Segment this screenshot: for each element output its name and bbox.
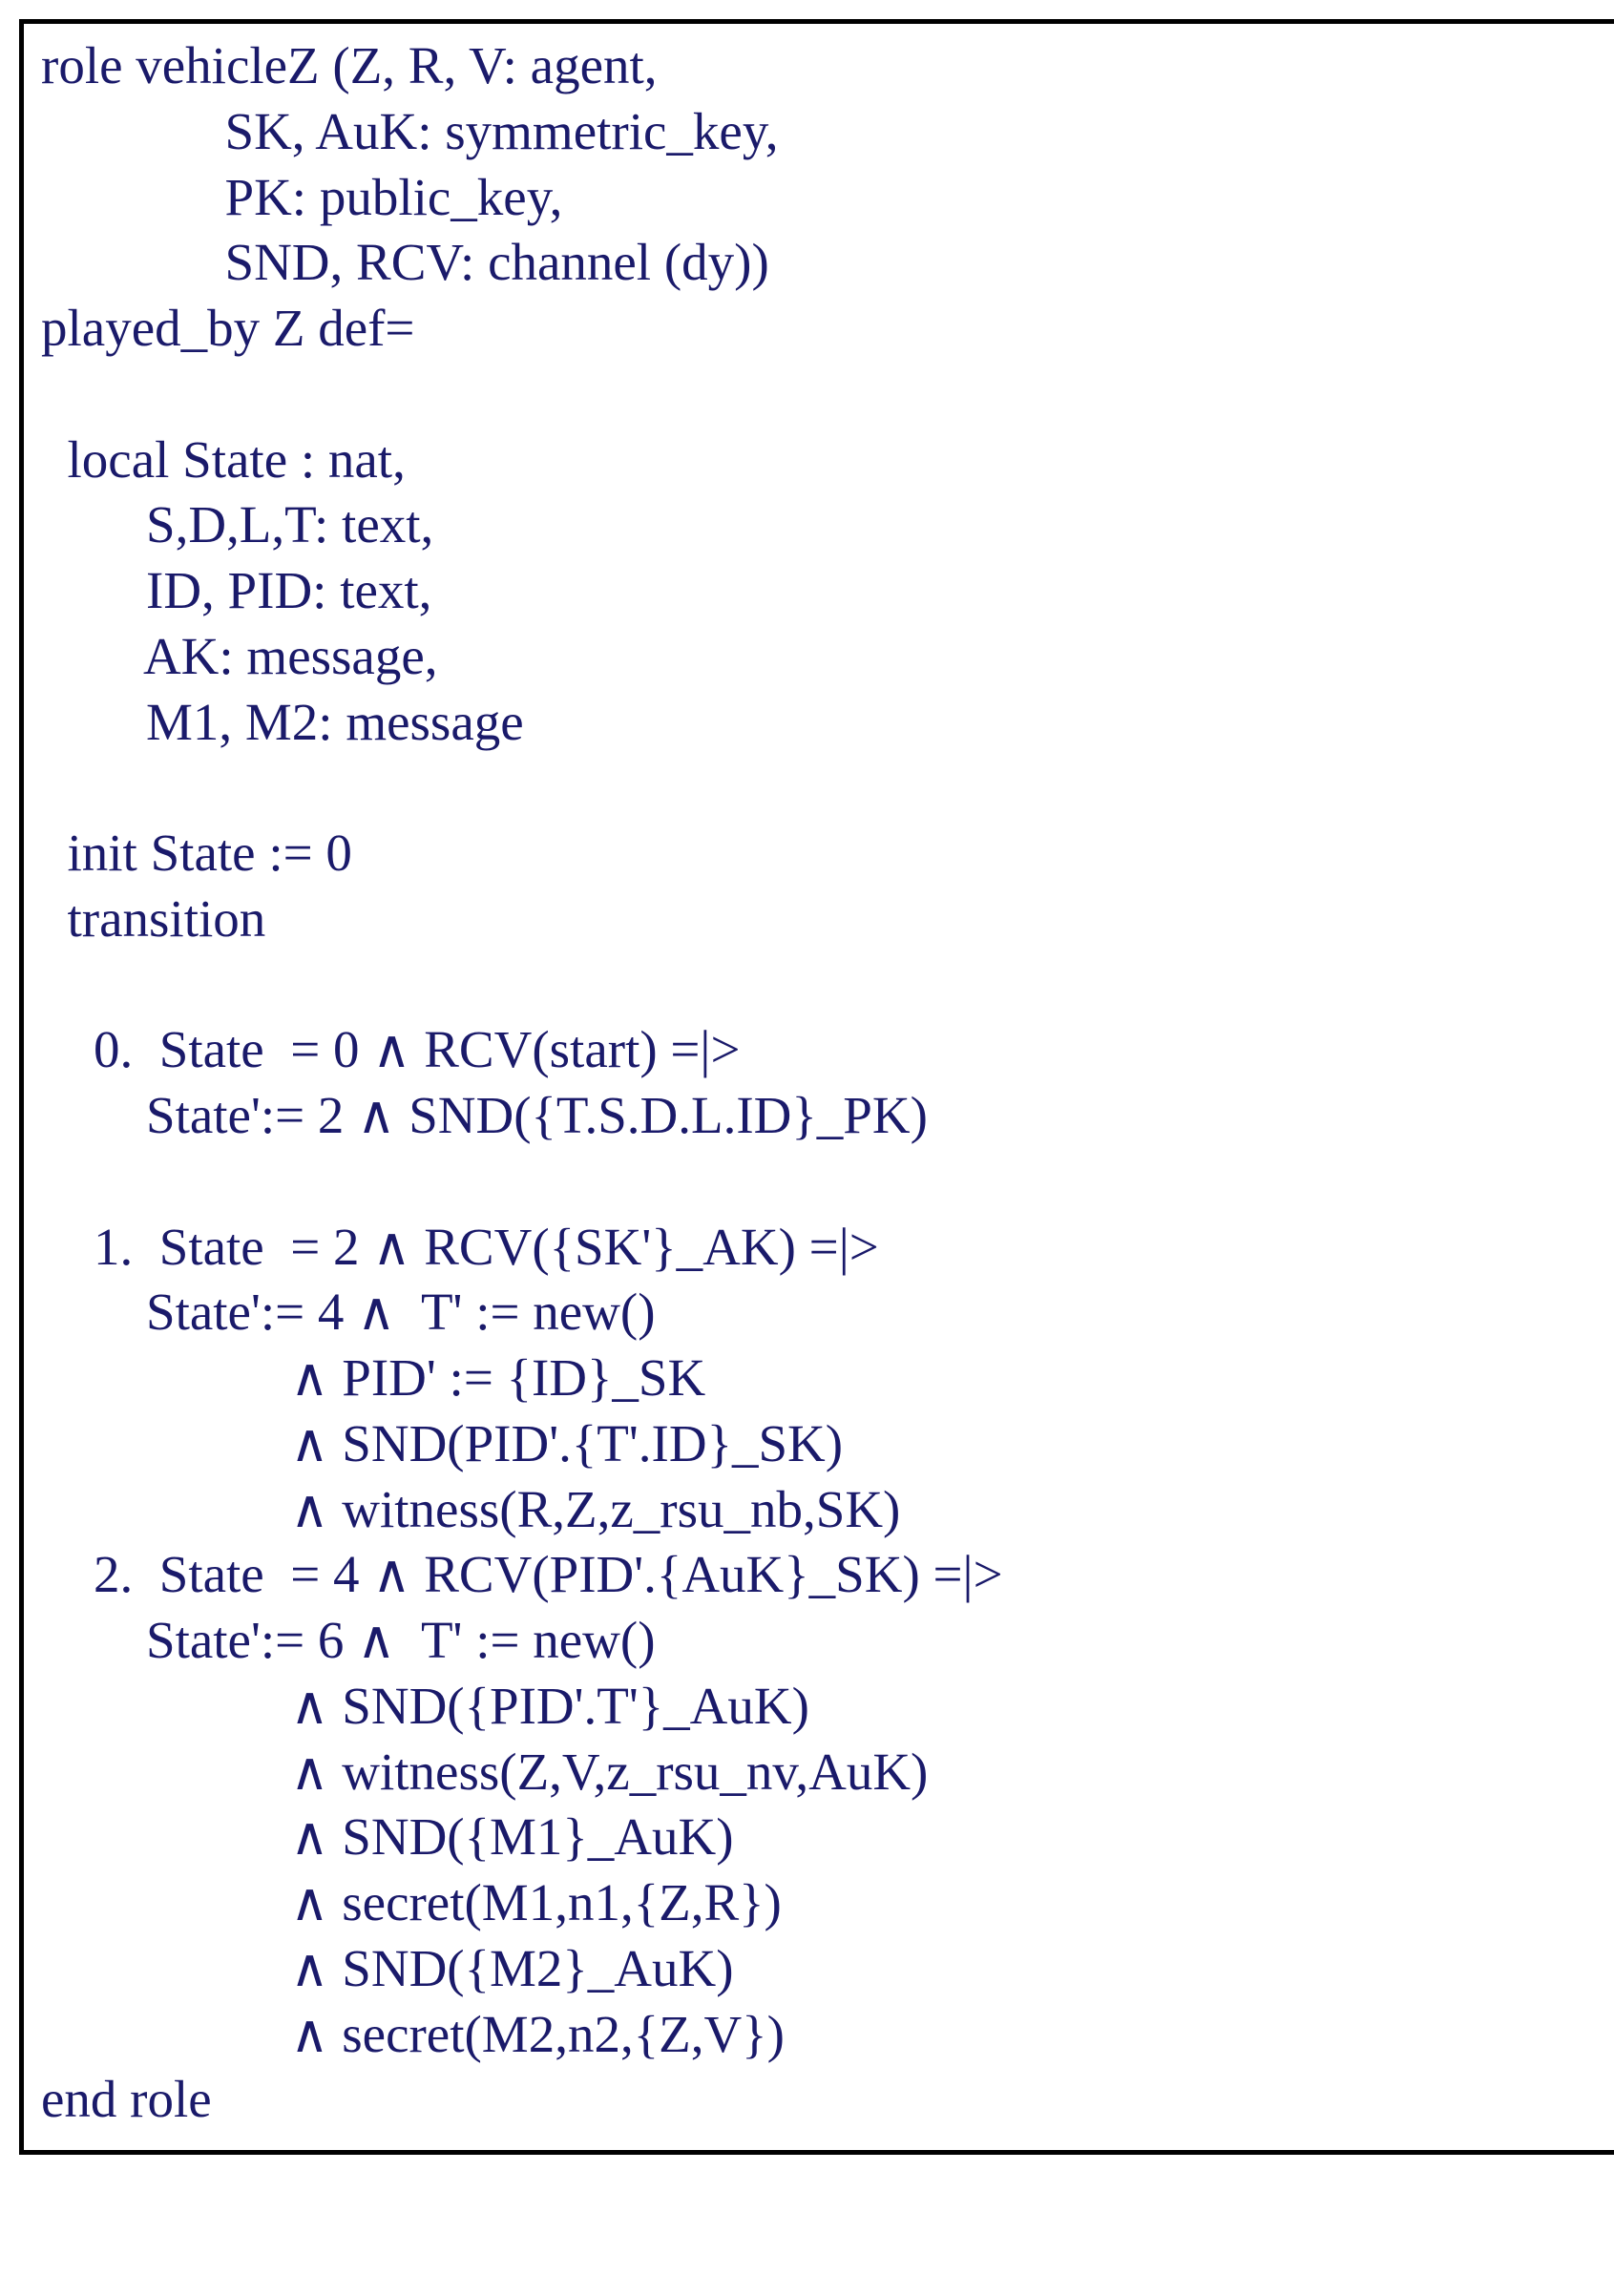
code-container: role vehicleZ (Z, R, V: agent, SK, AuK: …	[19, 19, 1614, 2155]
hlpsl-code-block: role vehicleZ (Z, R, V: agent, SK, AuK: …	[41, 33, 1611, 2133]
